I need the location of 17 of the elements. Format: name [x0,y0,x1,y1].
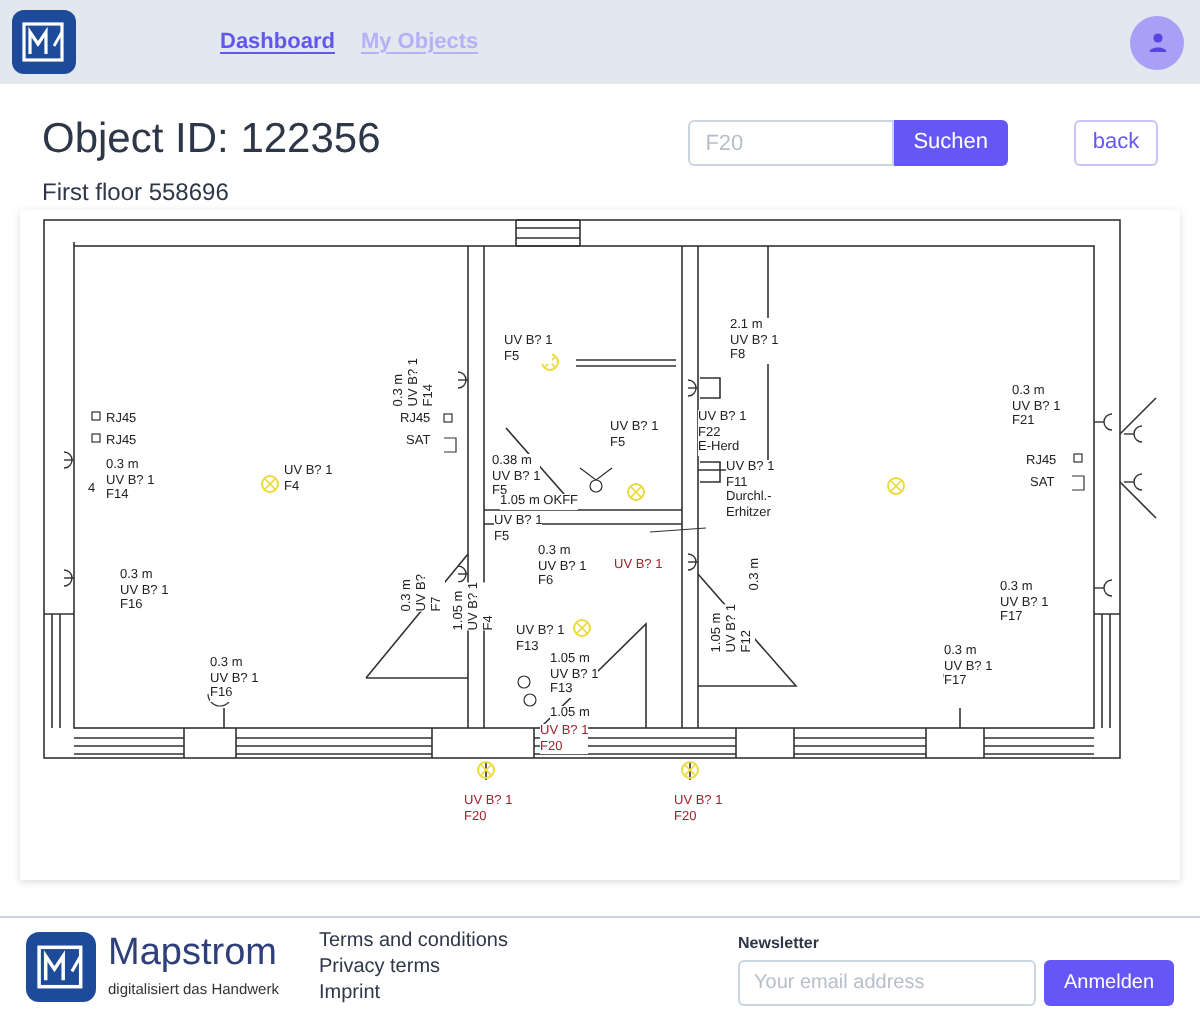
brand-logo-icon [26,932,96,1002]
newsletter-label: Newsletter [738,932,821,956]
nav-link[interactable]: Dashboard [220,25,335,59]
brand-name: Mapstrom [108,932,279,976]
footer-link[interactable]: Terms and conditions [318,928,508,954]
footer-link[interactable]: Privacy terms [318,954,508,980]
page-title: Object ID: 122356 [42,114,381,166]
avatar-button[interactable] [1130,15,1184,69]
footer-link[interactable]: Imprint [318,980,508,1006]
page-subtitle: First floor 558696 [42,176,231,210]
subscribe-button[interactable]: Anmelden [1044,960,1174,1006]
user-icon [1147,32,1167,52]
email-field[interactable]: Your email address [738,960,1036,1006]
back-button[interactable]: back [1074,120,1158,166]
search-field[interactable]: F20 [687,120,894,166]
search-button[interactable]: Suchen [893,120,1008,166]
logo-icon [12,10,76,74]
